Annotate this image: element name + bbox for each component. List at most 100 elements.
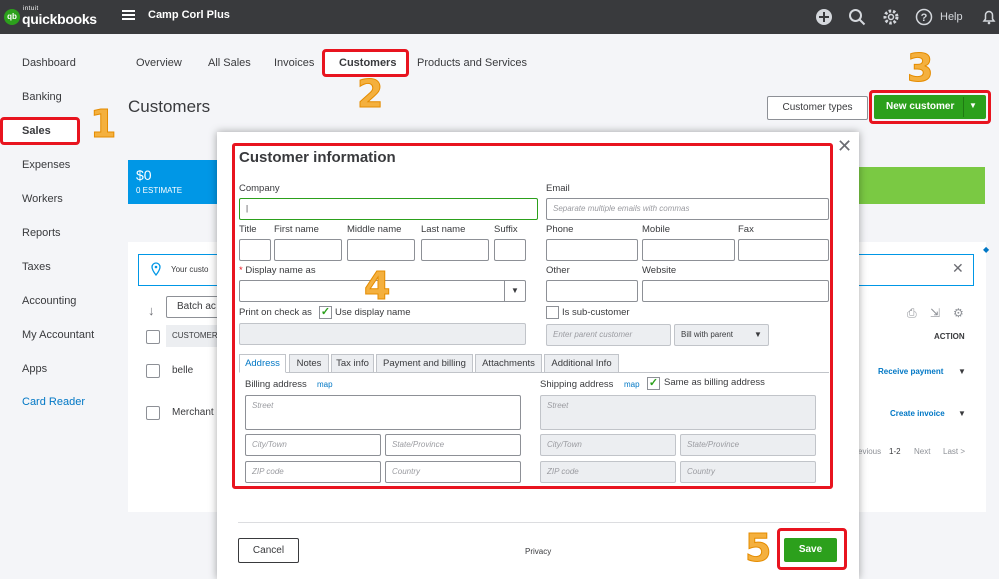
sidebar-item-banking[interactable]: Banking — [22, 91, 62, 103]
page-title: Customers — [128, 97, 211, 116]
tab-overview[interactable]: Overview — [136, 57, 182, 69]
pager-next[interactable]: Next — [914, 447, 930, 456]
billing-state-input[interactable]: State/Province — [385, 434, 521, 456]
billing-city-input[interactable]: City/Town — [245, 434, 381, 456]
customer-types-button[interactable]: Customer types — [767, 96, 868, 120]
sidebar-item-expenses[interactable]: Expenses — [22, 159, 70, 171]
billing-street-input[interactable]: Street — [245, 395, 521, 430]
tab-additional-info[interactable]: Additional Info — [544, 354, 619, 373]
sub-customer-checkbox[interactable] — [546, 306, 559, 319]
sidebar-item-my-accountant[interactable]: My Accountant — [22, 329, 94, 341]
shipping-zip-input[interactable]: ZIP code — [540, 461, 676, 483]
shipping-state-input[interactable]: State/Province — [680, 434, 816, 456]
select-all-checkbox[interactable] — [146, 330, 160, 344]
other-input[interactable] — [546, 280, 638, 302]
tab-customers[interactable]: Customers — [339, 57, 396, 69]
last-name-label: Last name — [421, 224, 466, 235]
info-banner-text: Your custo — [171, 265, 209, 274]
phone-input[interactable] — [546, 239, 638, 261]
help-icon[interactable]: ? — [915, 8, 933, 26]
pager-last[interactable]: Last > — [943, 447, 965, 456]
create-invoice-link[interactable]: Create invoice — [890, 409, 945, 418]
save-button[interactable]: Save — [784, 538, 837, 562]
tab-address[interactable]: Address — [239, 354, 286, 373]
export-icon[interactable]: ⇲ — [930, 306, 940, 320]
tab-all-sales[interactable]: All Sales — [208, 57, 251, 69]
table-row-name[interactable]: belle — [172, 365, 193, 376]
tab-tax-info[interactable]: Tax info — [331, 354, 374, 373]
fax-label: Fax — [738, 224, 754, 235]
new-customer-button[interactable]: New customer ▼ — [874, 95, 986, 119]
sidebar-item-sales[interactable]: Sales — [22, 125, 51, 137]
billing-address-label: Billing address — [245, 379, 307, 390]
company-label: Company — [239, 183, 280, 194]
settings-gear-icon[interactable]: ⚙ — [953, 306, 964, 320]
shipping-map-link[interactable]: map — [624, 380, 640, 389]
middle-name-input[interactable] — [347, 239, 415, 261]
mobile-label: Mobile — [642, 224, 670, 235]
chevron-down-icon[interactable]: ▼ — [969, 101, 977, 110]
modal-title: Customer information — [239, 149, 396, 166]
cancel-button[interactable]: Cancel — [238, 538, 299, 563]
suffix-input[interactable] — [494, 239, 526, 261]
scroll-up-icon[interactable]: ◆ — [983, 245, 989, 254]
company-name: Camp Corl Plus — [148, 9, 230, 21]
action-dropdown-icon[interactable]: ▼ — [958, 409, 966, 418]
display-name-label: * Display name as — [239, 265, 316, 276]
privacy-link[interactable]: Privacy — [525, 547, 551, 556]
same-as-billing-checkbox[interactable]: ✓ — [647, 377, 660, 390]
modal-footer-divider — [238, 522, 830, 523]
print-on-check-input[interactable] — [239, 323, 526, 345]
hamburger-menu-icon[interactable] — [122, 10, 135, 20]
fax-input[interactable] — [738, 239, 829, 261]
shipping-city-input[interactable]: City/Town — [540, 434, 676, 456]
mobile-input[interactable] — [642, 239, 735, 261]
tab-notes[interactable]: Notes — [289, 354, 329, 373]
company-input[interactable]: | — [239, 198, 538, 220]
sort-arrow-icon[interactable]: ↓ — [148, 303, 155, 318]
table-row-name[interactable]: Merchant — [172, 407, 214, 418]
sidebar-item-workers[interactable]: Workers — [22, 193, 63, 205]
sidebar-item-reports[interactable]: Reports — [22, 227, 61, 239]
sidebar-item-dashboard[interactable]: Dashboard — [22, 57, 76, 69]
plus-icon[interactable] — [815, 8, 833, 26]
first-name-input[interactable] — [274, 239, 342, 261]
tab-payment-and-billing[interactable]: Payment and billing — [376, 354, 473, 373]
billing-zip-input[interactable]: ZIP code — [245, 461, 381, 483]
bell-icon[interactable] — [980, 8, 998, 26]
print-on-check-label: Print on check as — [239, 307, 312, 318]
row-checkbox[interactable] — [146, 406, 160, 420]
title-input[interactable] — [239, 239, 271, 261]
use-display-name-checkbox[interactable]: ✓ — [319, 306, 332, 319]
row-checkbox[interactable] — [146, 364, 160, 378]
bill-with-parent-label: Bill with parent — [681, 330, 734, 339]
brand-name: quickbooks — [22, 11, 97, 27]
parent-customer-input[interactable]: Enter parent customer — [546, 324, 671, 346]
middle-name-label: Middle name — [347, 224, 402, 235]
shipping-country-input[interactable]: Country — [680, 461, 816, 483]
close-icon[interactable]: ✕ — [952, 260, 964, 277]
last-name-input[interactable] — [421, 239, 489, 261]
billing-country-input[interactable]: Country — [385, 461, 521, 483]
billing-map-link[interactable]: map — [317, 380, 333, 389]
email-input[interactable]: Separate multiple emails with commas — [546, 198, 829, 220]
modal-close-icon[interactable]: ✕ — [837, 136, 852, 157]
step-number-4: 4 — [363, 264, 391, 309]
website-input[interactable] — [642, 280, 829, 302]
tab-products-and-services[interactable]: Products and Services — [417, 57, 527, 69]
sidebar-item-apps[interactable]: Apps — [22, 363, 47, 375]
sidebar-item-taxes[interactable]: Taxes — [22, 261, 51, 273]
help-label[interactable]: Help — [940, 11, 963, 23]
pager-previous[interactable]: evious — [858, 447, 881, 456]
action-dropdown-icon[interactable]: ▼ — [958, 367, 966, 376]
sidebar-item-accounting[interactable]: Accounting — [22, 295, 76, 307]
gear-icon[interactable] — [882, 8, 900, 26]
tab-invoices[interactable]: Invoices — [274, 57, 314, 69]
search-icon[interactable] — [848, 8, 866, 26]
receive-payment-link[interactable]: Receive payment — [878, 367, 943, 376]
shipping-street-input[interactable]: Street — [540, 395, 816, 430]
estimate-money-bar[interactable]: $0 0 ESTIMATE — [128, 160, 218, 204]
tab-attachments[interactable]: Attachments — [475, 354, 542, 373]
sidebar-item-card-reader[interactable]: Card Reader — [22, 396, 85, 408]
print-icon[interactable]: ⎙ — [907, 306, 917, 321]
